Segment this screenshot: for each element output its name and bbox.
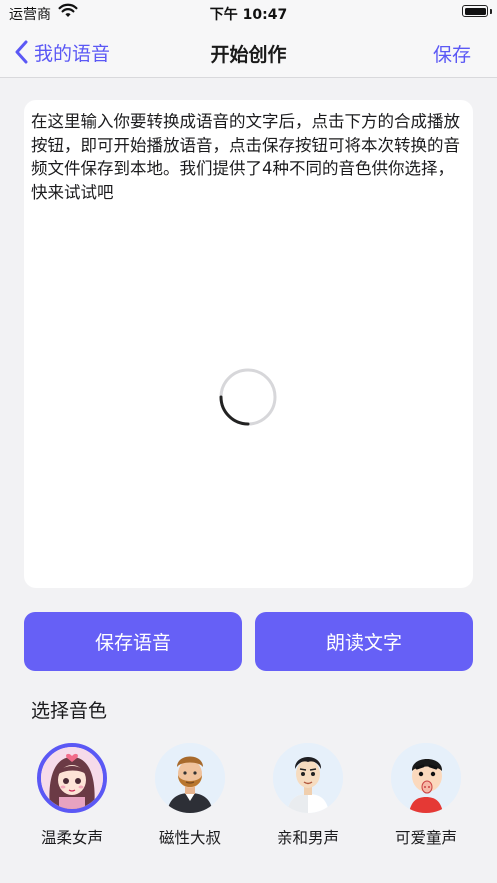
loading-spinner-icon <box>219 368 277 426</box>
bearded-man-avatar-icon <box>155 743 225 813</box>
girl-avatar-icon <box>41 747 103 809</box>
text-editor[interactable]: 在这里输入你要转换成语音的文字后，点击下方的合成播放按钮，即可开始播放语音，点击… <box>24 100 473 588</box>
voice-option-cute-child[interactable]: 可爱童声 <box>376 743 476 848</box>
battery-icon <box>462 5 488 17</box>
avatar <box>273 743 343 813</box>
status-bar: 运营商 下午 10:47 <box>0 0 497 26</box>
back-button[interactable]: 我的语音 <box>14 38 110 66</box>
chevron-left-icon <box>15 40 28 64</box>
voice-label: 温柔女声 <box>40 829 103 847</box>
battery-tip <box>490 9 492 14</box>
voice-label: 亲和男声 <box>276 829 339 847</box>
voice-option-magnetic-uncle[interactable]: 磁性大叔 <box>140 743 240 848</box>
editor-text[interactable]: 在这里输入你要转换成语音的文字后，点击下方的合成播放按钮，即可开始播放语音，点击… <box>31 110 467 204</box>
cartoon-boy-avatar-icon <box>391 743 461 813</box>
status-time: 下午 10:47 <box>209 7 288 23</box>
save-voice-button[interactable]: 保存语音 <box>24 612 242 671</box>
voice-option-friendly-male[interactable]: 亲和男声 <box>258 743 358 848</box>
navigation-bar: 我的语音 开始创作 保存 <box>0 26 497 78</box>
save-button[interactable]: 保存 <box>433 40 471 67</box>
read-text-button[interactable]: 朗读文字 <box>255 612 473 671</box>
voice-option-gentle-female[interactable]: 温柔女声 <box>22 743 122 848</box>
young-man-avatar-icon <box>273 743 343 813</box>
voice-label: 磁性大叔 <box>158 829 221 847</box>
back-label: 我的语音 <box>34 42 111 65</box>
avatar <box>37 743 107 813</box>
avatar <box>155 743 225 813</box>
avatar <box>391 743 461 813</box>
voice-label: 可爱童声 <box>394 829 457 847</box>
voice-section-title: 选择音色 <box>31 700 108 722</box>
